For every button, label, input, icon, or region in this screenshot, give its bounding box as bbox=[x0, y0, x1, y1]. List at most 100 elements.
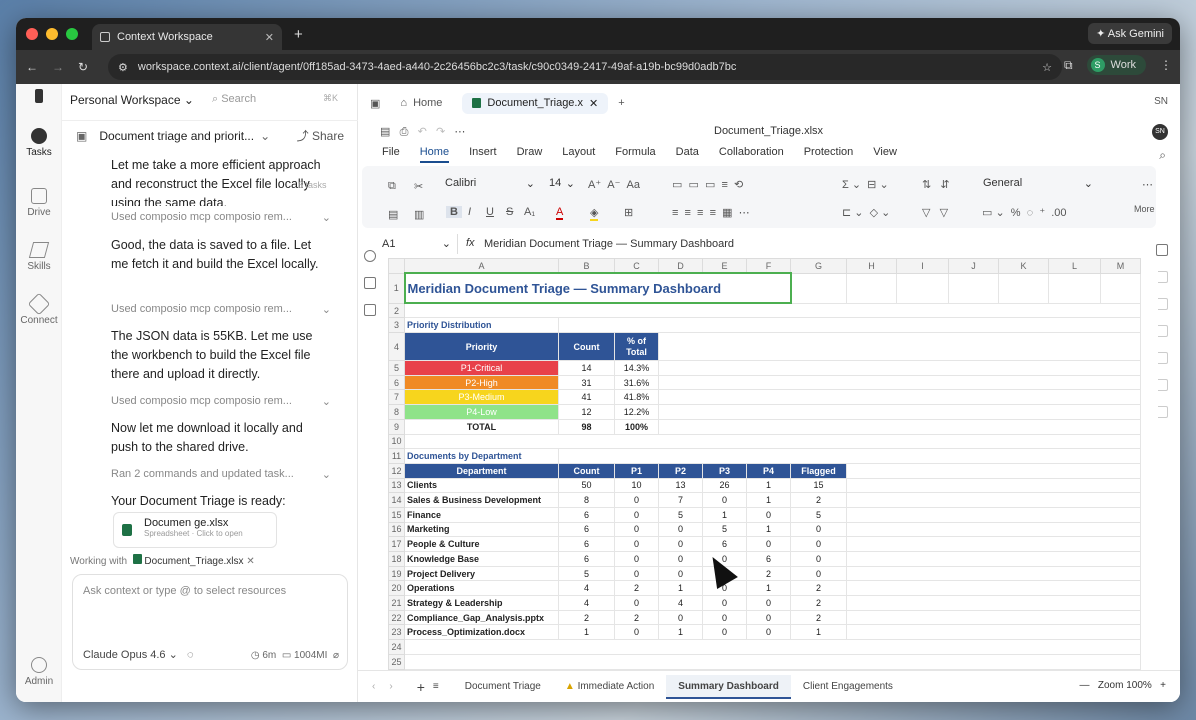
zoom-out-icon[interactable]: — bbox=[1080, 680, 1090, 691]
header-cell[interactable]: Flagged bbox=[790, 462, 847, 479]
department-value[interactable]: 6 bbox=[558, 521, 615, 538]
department-value[interactable]: 2 bbox=[746, 565, 791, 582]
row-header[interactable]: 5 bbox=[388, 360, 405, 376]
cell[interactable] bbox=[658, 404, 1141, 420]
department-name[interactable]: Sales & Business Development bbox=[404, 492, 559, 508]
cell[interactable] bbox=[896, 272, 949, 304]
model-selector[interactable]: Claude Opus 4.6 ⌄ ◌ bbox=[83, 648, 194, 661]
cell[interactable] bbox=[658, 374, 1141, 391]
department-value[interactable]: 1 bbox=[702, 506, 747, 523]
row-header[interactable]: 4 bbox=[388, 332, 405, 362]
department-value[interactable]: 5 bbox=[790, 506, 847, 523]
more-button[interactable]: More bbox=[1134, 204, 1155, 214]
column-header[interactable]: E bbox=[702, 258, 747, 274]
row-header[interactable]: 3 bbox=[388, 317, 405, 334]
priority-name[interactable]: P1-Critical bbox=[404, 360, 559, 376]
kebab-menu-icon[interactable]: ⋮ bbox=[1160, 58, 1172, 72]
row-header[interactable]: 23 bbox=[388, 624, 405, 641]
tool-call-row[interactable]: Used composio mcp composio rem... ⌄ bbox=[111, 303, 331, 316]
borders-icon[interactable]: ⊞ bbox=[624, 206, 633, 219]
sum-icon[interactable]: Σ ⌄ ⊟ ⌄ bbox=[842, 178, 889, 191]
column-header[interactable]: C bbox=[614, 258, 659, 274]
menu-protection[interactable]: Protection bbox=[804, 146, 854, 163]
department-value[interactable]: 1 bbox=[746, 492, 791, 508]
site-info-icon[interactable]: ⚙ bbox=[118, 61, 128, 74]
department-value[interactable]: 0 bbox=[614, 506, 659, 523]
sheet-list-icon[interactable]: ≡ bbox=[433, 681, 439, 692]
header-cell[interactable]: P1 bbox=[614, 462, 659, 479]
department-value[interactable]: 4 bbox=[658, 595, 703, 611]
header-cell[interactable]: P3 bbox=[702, 462, 747, 479]
department-value[interactable]: 0 bbox=[702, 595, 747, 611]
department-value[interactable]: 0 bbox=[614, 492, 659, 508]
next-sheet-icon[interactable]: › bbox=[389, 681, 392, 692]
department-value[interactable]: 0 bbox=[658, 565, 703, 582]
avatar[interactable]: SN bbox=[1152, 124, 1168, 140]
cell[interactable] bbox=[846, 492, 1141, 508]
zoom-control[interactable]: — Zoom 100% + bbox=[1080, 680, 1166, 691]
department-value[interactable]: 0 bbox=[746, 595, 791, 611]
menu-home[interactable]: Home bbox=[419, 146, 450, 163]
priority-count[interactable]: 41 bbox=[558, 389, 615, 406]
row-header[interactable]: 8 bbox=[388, 404, 405, 420]
row-header[interactable]: 10 bbox=[388, 433, 405, 450]
column-header[interactable]: G bbox=[790, 258, 847, 274]
formula-input[interactable]: Meridian Document Triage — Summary Dashb… bbox=[484, 238, 734, 250]
department-value[interactable]: 6 bbox=[746, 551, 791, 567]
department-value[interactable]: 15 bbox=[790, 477, 847, 494]
menu-file[interactable]: File bbox=[382, 146, 400, 163]
text-icon[interactable] bbox=[364, 304, 376, 316]
department-value[interactable]: 0 bbox=[790, 551, 847, 567]
search-icon[interactable] bbox=[364, 250, 376, 262]
cell[interactable] bbox=[846, 506, 1141, 523]
department-value[interactable]: 1 bbox=[746, 580, 791, 597]
department-value[interactable]: 1 bbox=[658, 580, 703, 597]
cell[interactable] bbox=[404, 433, 1141, 450]
department-value[interactable]: 0 bbox=[790, 521, 847, 538]
column-header[interactable]: K bbox=[998, 258, 1049, 274]
filter-icon[interactable]: ▽ ▽ bbox=[922, 206, 948, 219]
department-value[interactable]: 0 bbox=[790, 565, 847, 582]
cell[interactable] bbox=[846, 536, 1141, 552]
name-box[interactable]: A1 ⌄ bbox=[382, 234, 458, 254]
row-header[interactable]: 19 bbox=[388, 565, 405, 582]
department-value[interactable]: 26 bbox=[702, 477, 747, 494]
header-cell[interactable]: Department bbox=[404, 462, 559, 479]
address-bar[interactable]: ⚙ workspace.context.ai/client/agent/0ff1… bbox=[108, 54, 1062, 80]
bold-button[interactable]: B bbox=[446, 206, 462, 218]
close-icon[interactable]: ✕ bbox=[589, 97, 598, 110]
cell[interactable] bbox=[1048, 272, 1101, 304]
user-initials[interactable]: SN bbox=[1154, 96, 1168, 107]
corner-cell[interactable] bbox=[388, 258, 405, 274]
print-icon[interactable]: ⎙ bbox=[400, 126, 409, 138]
column-header[interactable]: J bbox=[948, 258, 999, 274]
bookmark-star-icon[interactable]: ☆ bbox=[1042, 61, 1052, 74]
cell[interactable] bbox=[790, 272, 847, 304]
department-name[interactable]: Finance bbox=[404, 506, 559, 523]
cell[interactable] bbox=[846, 580, 1141, 597]
header-cell[interactable]: Priority bbox=[404, 332, 559, 362]
department-value[interactable]: 6 bbox=[558, 506, 615, 523]
department-value[interactable]: 2 bbox=[790, 580, 847, 597]
department-name[interactable]: People & Culture bbox=[404, 536, 559, 552]
zoom-in-icon[interactable]: + bbox=[1160, 680, 1166, 691]
column-header[interactable]: A bbox=[404, 258, 559, 274]
context-file[interactable]: Document_Triage.xlsx bbox=[144, 556, 243, 567]
department-value[interactable]: 2 bbox=[790, 492, 847, 508]
sheet-title-cell[interactable]: Meridian Document Triage — Summary Dashb… bbox=[403, 272, 792, 305]
department-value[interactable]: 1 bbox=[746, 477, 791, 494]
cell[interactable] bbox=[558, 317, 1141, 334]
row-header[interactable]: 9 bbox=[388, 418, 405, 435]
sheet-tab-document-triage[interactable]: Document Triage bbox=[453, 675, 553, 699]
app-logo[interactable] bbox=[16, 89, 62, 106]
department-value[interactable]: 0 bbox=[790, 536, 847, 552]
department-value[interactable]: 0 bbox=[746, 609, 791, 626]
font-color-icon[interactable]: A bbox=[556, 206, 564, 220]
header-cell[interactable]: P2 bbox=[658, 462, 703, 479]
row-header[interactable]: 20 bbox=[388, 580, 405, 597]
department-name[interactable]: Marketing bbox=[404, 521, 559, 538]
add-sheet-icon[interactable]: + bbox=[417, 679, 425, 695]
department-name[interactable]: Compliance_Gap_Analysis.pptx bbox=[404, 609, 559, 626]
italic-button[interactable]: I bbox=[468, 206, 471, 218]
department-value[interactable]: 0 bbox=[658, 521, 703, 538]
